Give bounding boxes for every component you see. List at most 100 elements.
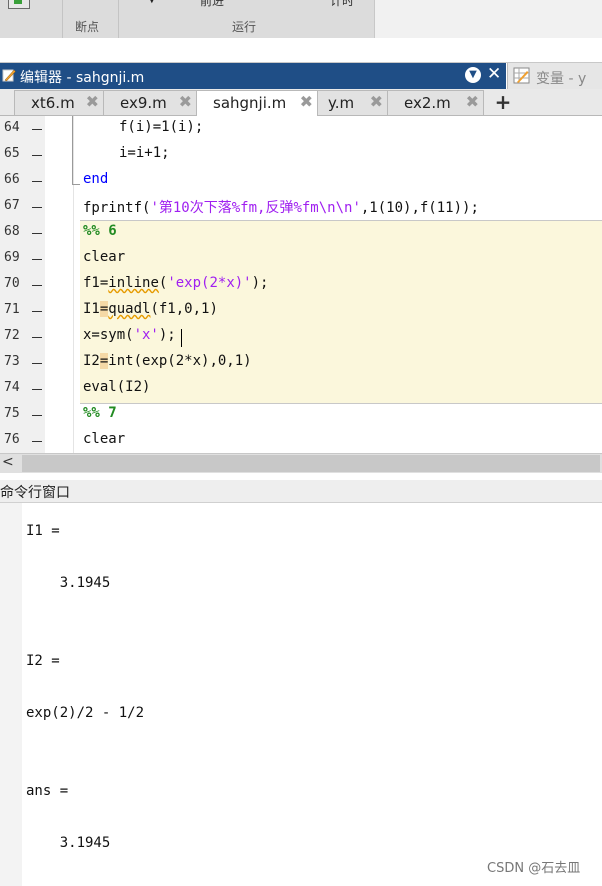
code-line-64[interactable]: f(i)=1(i); — [119, 119, 203, 135]
command-window-header: 命令行窗口 — [0, 480, 602, 503]
breakpoint-dash[interactable] — [32, 337, 42, 338]
text-cursor — [181, 329, 182, 347]
line-number: 70 — [4, 276, 20, 291]
tab-ex9[interactable]: ex9.m ✖ — [103, 90, 197, 115]
code-line-69[interactable]: clear — [83, 249, 125, 265]
address-strip — [0, 38, 602, 63]
code-line-71[interactable]: I1=quadl(f1,0,1) — [83, 301, 218, 317]
breakpoint-dash[interactable] — [32, 207, 42, 208]
line-number: 74 — [4, 380, 20, 395]
toolstrip-divider — [62, 0, 63, 38]
add-tab-button[interactable]: + — [490, 92, 516, 113]
line-number: 65 — [4, 146, 20, 161]
tab-ex2[interactable]: ex2.m ✖ — [387, 90, 484, 115]
tab-close-icon[interactable]: ✖ — [370, 92, 383, 111]
toolstrip-divider — [118, 0, 119, 38]
string-literal: 'exp(2*x)' — [167, 275, 252, 291]
scroll-left-icon[interactable]: < — [2, 454, 14, 470]
breakpoint-dash[interactable] — [32, 363, 42, 364]
fold-gutter — [45, 116, 74, 453]
string-literal: '第10次下落%fm,反弹%fm\n\n' — [150, 200, 361, 216]
breakpoint-dash[interactable] — [32, 259, 42, 260]
variables-title: 变量 - y — [536, 71, 587, 87]
tab-y[interactable]: y.m ✖ — [317, 90, 388, 115]
breakpoint-dash[interactable] — [32, 285, 42, 286]
output-line: exp(2)/2 - 1/2 — [26, 705, 145, 721]
output-line: 3.1945 — [26, 835, 111, 851]
code-line-74[interactable]: eval(I2) — [83, 379, 150, 395]
output-line: 3.1945 — [26, 575, 111, 591]
output-line: ans = — [26, 783, 69, 799]
command-window[interactable]: I1 = 3.1945 I2 = exp(2)/2 - 1/2 ans = 3.… — [0, 503, 602, 886]
tab-close-icon[interactable]: ✖ — [466, 92, 479, 111]
code-line-68[interactable]: %% 6 — [83, 223, 117, 239]
warning-underlined-text: quadl — [108, 301, 151, 317]
tab-sahgnji[interactable]: sahgnji.m ✖ — [196, 90, 318, 117]
breakpoint-dash[interactable] — [32, 311, 42, 312]
code-text: fprintf( — [83, 200, 151, 216]
code-text: eval(I2) — [83, 379, 151, 395]
code-line-76[interactable]: clear — [83, 431, 125, 447]
breakpoint-dash[interactable] — [32, 389, 42, 390]
tab-close-icon[interactable]: ✖ — [300, 92, 313, 111]
fold-end — [72, 184, 80, 185]
line-number: 76 — [4, 432, 20, 447]
fold-line — [72, 116, 73, 185]
breakpoint-dash[interactable] — [32, 233, 42, 234]
breakpoint-dash[interactable] — [32, 181, 42, 182]
code-line-67[interactable]: fprintf('第10次下落%fm,反弹%fm\n\n',1(10),f(11… — [83, 197, 479, 217]
code-text: ); — [158, 327, 176, 343]
line-number: 66 — [4, 172, 20, 187]
line-number: 69 — [4, 250, 20, 265]
tab-close-icon[interactable]: ✖ — [179, 92, 192, 111]
line-number: 75 — [4, 406, 20, 421]
variable-editor-icon — [513, 67, 530, 84]
editor-title: 编辑器 - sahgnji.m — [20, 70, 145, 86]
scrollbar-thumb[interactable] — [22, 455, 600, 472]
tab-xt6[interactable]: xt6.m ✖ — [14, 90, 104, 115]
keyword: end — [83, 171, 109, 187]
string-literal: 'x' — [133, 327, 159, 343]
output-line: I2 = — [26, 653, 60, 669]
editor-icon — [2, 69, 16, 82]
close-icon[interactable]: ✕ — [487, 64, 501, 84]
tab-label: ex9.m — [120, 94, 167, 112]
code-line-70[interactable]: f1=inline('exp(2*x)'); — [83, 275, 268, 291]
code-text: clear — [83, 431, 126, 447]
code-line-66[interactable]: end — [83, 171, 108, 187]
code-line-72[interactable]: x=sym('x'); — [83, 327, 176, 343]
breakpoint-dash[interactable] — [32, 415, 42, 416]
code-text: (f1,0,1) — [150, 301, 218, 317]
code-line-75[interactable]: %% 7 — [83, 405, 117, 421]
code-editor[interactable]: 64 65 66 67 68 69 70 71 72 73 74 75 76 f… — [0, 116, 602, 453]
breakpoint-dash[interactable] — [32, 155, 42, 156]
code-text: f(i)=1(i); — [119, 119, 204, 135]
horizontal-scrollbar[interactable]: < — [0, 453, 602, 473]
editor-titlebar: 编辑器 - sahgnji.m ▼ ✕ — [0, 63, 506, 89]
variables-titlebar[interactable]: 变量 - y — [507, 63, 602, 89]
editor-tab-bar: xt6.m ✖ ex9.m ✖ sahgnji.m ✖ y.m ✖ ex2.m … — [0, 89, 602, 117]
line-number: 67 — [4, 198, 20, 213]
timing-button-label[interactable]: 计时 — [330, 0, 354, 9]
breakpoint-dash[interactable] — [32, 129, 42, 130]
toolstrip-run-section — [0, 0, 375, 38]
chevron-down-icon[interactable]: ▼ — [148, 0, 156, 5]
code-text: ); — [251, 275, 269, 291]
code-text: i=i+1; — [119, 145, 170, 161]
toolstrip: ▼ 前进 计时 断点 运行 — [0, 0, 602, 38]
tab-close-icon[interactable]: ✖ — [86, 92, 99, 111]
output-line: I1 = — [26, 523, 60, 539]
command-window-margin — [0, 503, 22, 886]
line-number: 71 — [4, 302, 20, 317]
forward-button-label[interactable]: 前进 — [200, 0, 224, 9]
section-label-breakpoints: 断点 — [75, 20, 100, 34]
code-text: ,1(10),f(11)); — [360, 200, 479, 216]
breakpoint-dash[interactable] — [32, 441, 42, 442]
line-number: 73 — [4, 354, 20, 369]
editor-options-icon[interactable]: ▼ — [465, 67, 481, 83]
section-label-run: 运行 — [232, 20, 257, 34]
code-text: x=sym( — [83, 327, 134, 343]
code-line-73[interactable]: I2=int(exp(2*x),0,1) — [83, 353, 252, 369]
code-line-65[interactable]: i=i+1; — [119, 145, 170, 161]
tab-label: sahgnji.m — [213, 94, 287, 112]
